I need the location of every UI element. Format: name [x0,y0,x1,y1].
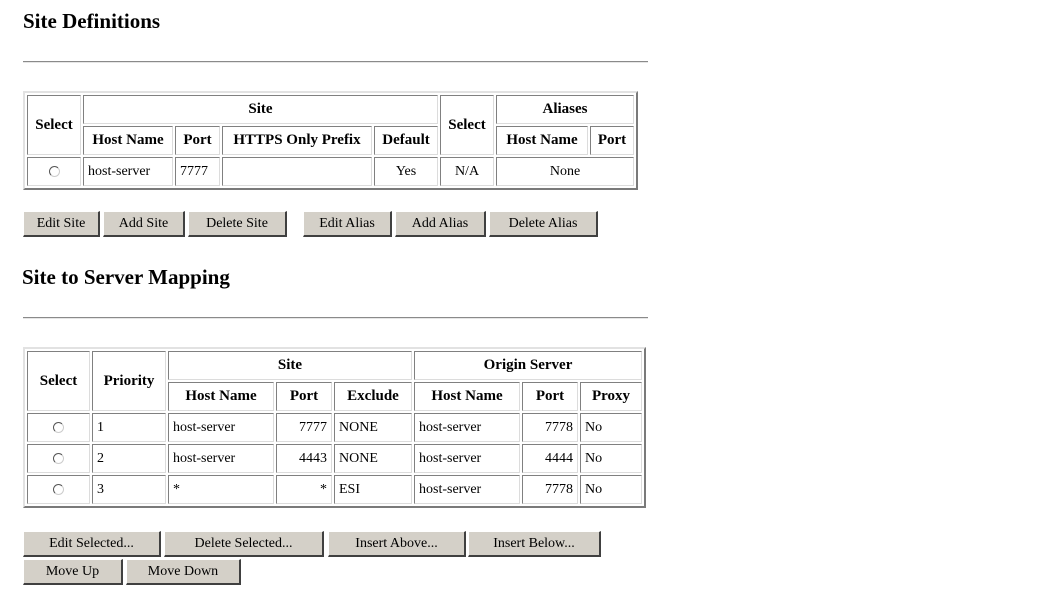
proxy-cell: No [580,444,642,473]
exclude-cell: NONE [334,413,412,442]
col-header-alias-host-name: Host Name [496,126,588,155]
col-header-select: Select [27,95,81,155]
proxy-cell: No [580,475,642,504]
port-cell: 7777 [276,413,332,442]
host-name-cell: host-server [83,157,173,186]
mapping-select-radio[interactable] [53,421,64,433]
divider [23,317,648,319]
select-cell [27,444,90,473]
col-group-origin-server: Origin Server [414,351,642,380]
site-definitions-title: Site Definitions [23,9,161,33]
alias-select-cell: N/A [440,157,494,186]
col-header-host-name: Host Name [83,126,173,155]
move-up-button[interactable]: Move Up [23,559,123,585]
origin-port-cell: 4444 [522,444,578,473]
port-cell: 4443 [276,444,332,473]
origin-host-cell: host-server [414,413,520,442]
priority-cell: 1 [92,413,166,442]
edit-selected-button[interactable]: Edit Selected... [23,531,161,557]
https-only-prefix-cell [222,157,372,186]
col-header-default: Default [374,126,438,155]
col-header-origin-port: Port [522,382,578,411]
col-header-priority: Priority [92,351,166,411]
host-name-cell: * [168,475,274,504]
col-header-exclude: Exclude [334,382,412,411]
origin-host-cell: host-server [414,444,520,473]
table-row: 1 host-server 7777 NONE host-server 7778… [27,413,642,442]
aliases-cell: None [496,157,634,186]
priority-cell: 3 [92,475,166,504]
col-header-select: Select [27,351,90,411]
site-definitions-table: Select Site Select Aliases Host Name Por… [23,91,638,190]
default-cell: Yes [374,157,438,186]
table-row: 2 host-server 4443 NONE host-server 4444… [27,444,642,473]
proxy-cell: No [580,413,642,442]
table-row: host-server 7777 Yes N/A None [27,157,634,186]
col-header-origin-host-name: Host Name [414,382,520,411]
delete-site-button[interactable]: Delete Site [188,211,287,237]
edit-alias-button[interactable]: Edit Alias [303,211,392,237]
port-cell: * [276,475,332,504]
col-group-site: Site [83,95,438,124]
table-row: 3 * * ESI host-server 7778 No [27,475,642,504]
host-name-cell: host-server [168,413,274,442]
delete-alias-button[interactable]: Delete Alias [489,211,598,237]
insert-above-button[interactable]: Insert Above... [328,531,466,557]
col-group-site: Site [168,351,412,380]
origin-port-cell: 7778 [522,475,578,504]
mapping-select-radio[interactable] [53,483,64,495]
col-header-alias-select: Select [440,95,494,155]
add-alias-button[interactable]: Add Alias [395,211,486,237]
priority-cell: 2 [92,444,166,473]
col-header-port: Port [276,382,332,411]
port-cell: 7777 [175,157,220,186]
col-header-https-only-prefix: HTTPS Only Prefix [222,126,372,155]
col-header-port: Port [175,126,220,155]
col-header-proxy: Proxy [580,382,642,411]
divider [23,61,648,63]
insert-below-button[interactable]: Insert Below... [468,531,601,557]
site-to-server-mapping-table: Select Priority Site Origin Server Host … [23,347,646,508]
host-name-cell: host-server [168,444,274,473]
select-cell [27,475,90,504]
exclude-cell: NONE [334,444,412,473]
col-header-alias-port: Port [590,126,634,155]
edit-site-button[interactable]: Edit Site [23,211,100,237]
origin-host-cell: host-server [414,475,520,504]
select-cell [27,413,90,442]
move-down-button[interactable]: Move Down [126,559,241,585]
col-header-host-name: Host Name [168,382,274,411]
exclude-cell: ESI [334,475,412,504]
col-group-aliases: Aliases [496,95,634,124]
origin-port-cell: 7778 [522,413,578,442]
select-cell [27,157,81,186]
mapping-select-radio[interactable] [53,452,64,464]
delete-selected-button[interactable]: Delete Selected... [164,531,324,557]
site-select-radio[interactable] [48,165,60,177]
site-to-server-mapping-title: Site to Server Mapping [22,265,230,289]
add-site-button[interactable]: Add Site [103,211,185,237]
